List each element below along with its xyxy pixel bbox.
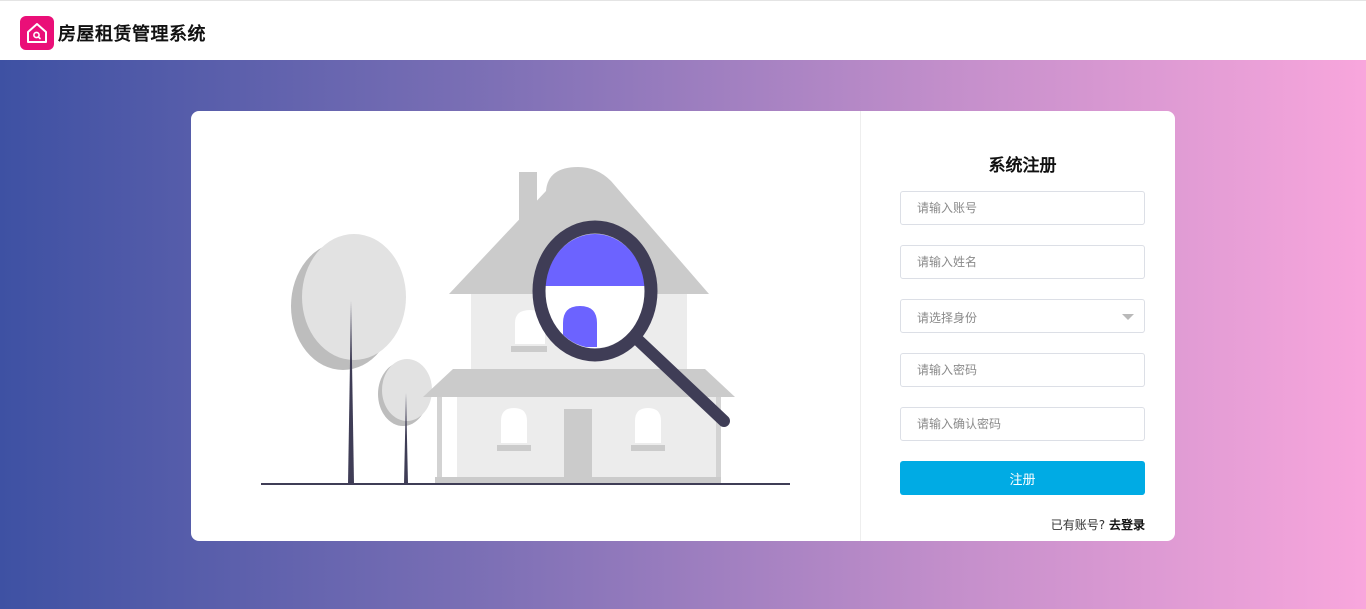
confirm-password-input[interactable]: [900, 407, 1145, 441]
password-input[interactable]: [900, 353, 1145, 387]
house-search-illustration: [261, 167, 790, 485]
login-link[interactable]: 去登录: [1109, 518, 1145, 532]
register-button[interactable]: 注册: [900, 461, 1145, 495]
app-title: 房屋租赁管理系统: [58, 24, 206, 45]
account-input[interactable]: [900, 191, 1145, 225]
chevron-down-icon: [1122, 314, 1134, 320]
house-icon: [20, 16, 54, 50]
login-row: 已有账号? 去登录: [900, 516, 1145, 533]
register-card: 系统注册 请选择身份 注册 已有账号? 去登录: [191, 111, 1175, 541]
role-select[interactable]: 请选择身份: [900, 299, 1145, 333]
top-bar: 房屋租赁管理系统: [0, 0, 1366, 60]
form-title: 系统注册: [988, 156, 1057, 176]
login-prompt: 已有账号?: [1050, 518, 1106, 532]
role-select-placeholder: 请选择身份: [917, 311, 978, 325]
card-divider: [860, 111, 861, 541]
name-input[interactable]: [900, 245, 1145, 279]
